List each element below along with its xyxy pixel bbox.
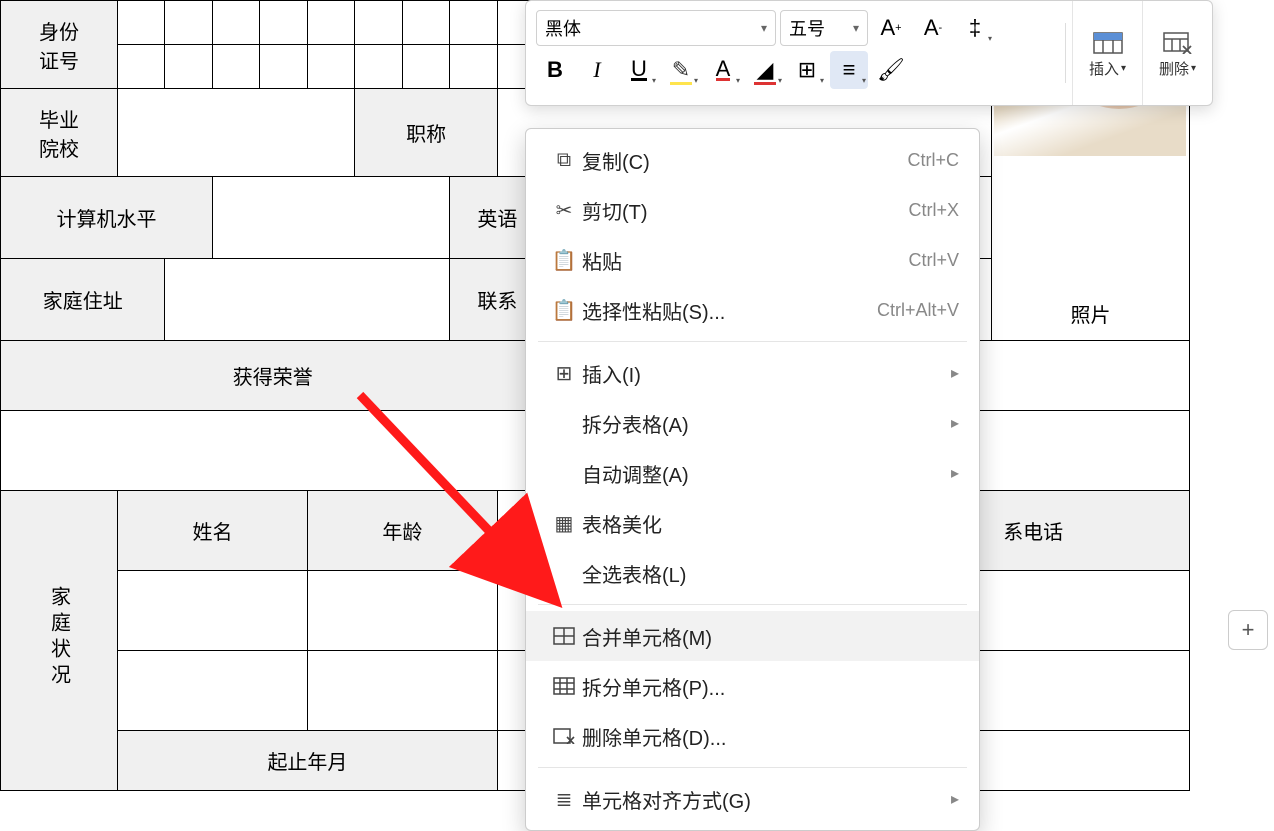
photo-label: 照片	[1070, 305, 1110, 327]
menu-paste[interactable]: 📋 粘贴 Ctrl+V	[526, 235, 979, 285]
shading-button[interactable]: ◢▾	[746, 51, 784, 89]
chevron-right-icon: ▸	[951, 413, 959, 433]
menu-cell-align[interactable]: ≣ 单元格对齐方式(G) ▸	[526, 774, 979, 824]
font-color-button[interactable]: A▾	[704, 51, 742, 89]
delete-cells-icon	[546, 728, 582, 744]
cut-icon: ✂	[546, 198, 582, 223]
format-painter-button[interactable]: 🖌	[872, 51, 910, 89]
menu-insert[interactable]: ⊞ 插入(I) ▸	[526, 348, 979, 398]
paste-special-icon: 📋	[546, 298, 582, 323]
menu-merge-cells[interactable]: 合并单元格(M)	[526, 611, 979, 661]
merge-cells-icon	[546, 627, 582, 645]
align-icon: ≣	[546, 787, 582, 812]
menu-copy[interactable]: ⧉ 复制(C) Ctrl+C	[526, 135, 979, 185]
insert-icon: ⊞	[546, 361, 582, 386]
beautify-icon: ▦	[546, 511, 582, 536]
menu-paste-special[interactable]: 📋 选择性粘贴(S)... Ctrl+Alt+V	[526, 285, 979, 335]
border-button[interactable]: ⊞▾	[788, 51, 826, 89]
menu-delete-cells[interactable]: 删除单元格(D)...	[526, 711, 979, 761]
underline-button[interactable]: U▾	[620, 51, 658, 89]
chevron-right-icon: ▸	[951, 789, 959, 809]
italic-button[interactable]: I	[578, 51, 616, 89]
menu-split-table[interactable]: 拆分表格(A) ▸	[526, 398, 979, 448]
add-button[interactable]: +	[1228, 610, 1268, 650]
table-delete-icon	[1163, 28, 1193, 58]
chevron-right-icon: ▸	[951, 463, 959, 483]
decrease-font-icon[interactable]: A-	[914, 9, 952, 47]
menu-select-all[interactable]: 全选表格(L)	[526, 548, 979, 598]
delete-dropdown[interactable]: 删除▾	[1142, 1, 1212, 105]
menu-split-cells[interactable]: 拆分单元格(P)...	[526, 661, 979, 711]
increase-font-icon[interactable]: A+	[872, 9, 910, 47]
paste-icon: 📋	[546, 248, 582, 273]
line-spacing-icon[interactable]: ‡▾	[956, 9, 994, 47]
mini-toolbar: 黑体▾ 五号▾ A+ A- ‡▾ B I U▾ ✎▾ A▾ ◢▾ ⊞▾ ≡▾ 🖌…	[525, 0, 1213, 106]
menu-beautify[interactable]: ▦ 表格美化	[526, 498, 979, 548]
align-button[interactable]: ≡▾	[830, 51, 868, 89]
highlight-button[interactable]: ✎▾	[662, 51, 700, 89]
chevron-right-icon: ▸	[951, 363, 959, 383]
menu-cut[interactable]: ✂ 剪切(T) Ctrl+X	[526, 185, 979, 235]
context-menu: ⧉ 复制(C) Ctrl+C ✂ 剪切(T) Ctrl+X 📋 粘贴 Ctrl+…	[525, 128, 980, 831]
split-cells-icon	[546, 677, 582, 695]
insert-dropdown[interactable]: 插入▾	[1072, 1, 1142, 105]
font-select[interactable]: 黑体▾	[536, 10, 776, 46]
menu-autofit[interactable]: 自动调整(A) ▸	[526, 448, 979, 498]
table-insert-icon	[1093, 28, 1123, 58]
bold-button[interactable]: B	[536, 51, 574, 89]
copy-icon: ⧉	[546, 149, 582, 172]
font-size-select[interactable]: 五号▾	[780, 10, 868, 46]
